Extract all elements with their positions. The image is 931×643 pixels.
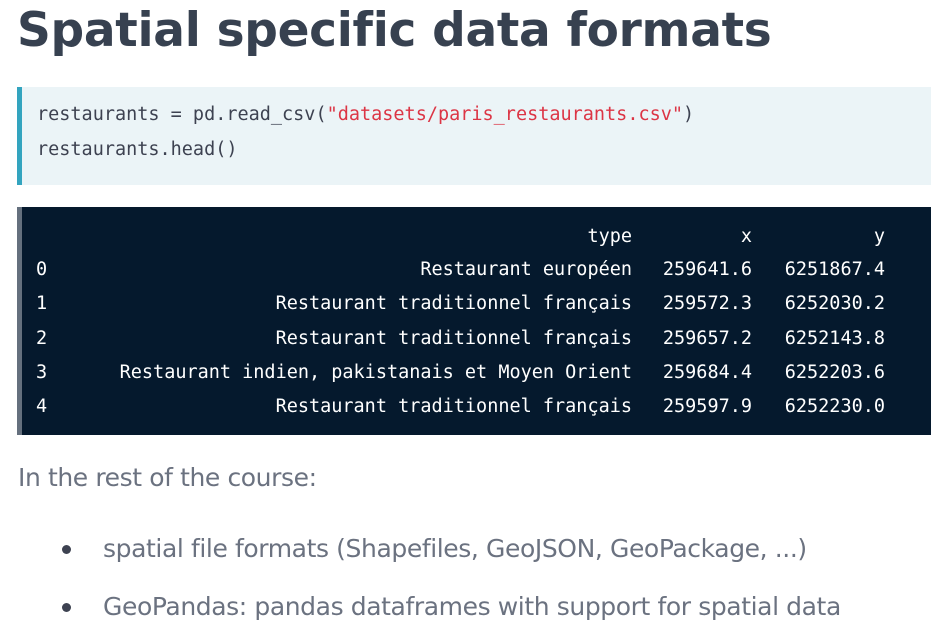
cell-y: 6252143.8 xyxy=(784,328,885,349)
cell-type: Restaurant traditionnel français xyxy=(275,293,632,314)
bullet-dot-icon xyxy=(62,603,71,612)
bullet-text: spatial file formats (Shapefiles, GeoJSO… xyxy=(103,534,807,563)
row-index: 4 xyxy=(36,396,48,417)
dataframe-header-row: type x y xyxy=(22,222,931,252)
cell-x: 259597.9 xyxy=(662,396,752,417)
table-row: 2 Restaurant traditionnel français 25965… xyxy=(22,324,931,354)
cell-x: 259572.3 xyxy=(662,293,752,314)
cell-y: 6252230.0 xyxy=(784,396,885,417)
cell-x: 259657.2 xyxy=(662,328,752,349)
column-header-x: x xyxy=(740,226,752,247)
row-index: 1 xyxy=(36,293,48,314)
cell-type: Restaurant indien, pakistanais et Moyen … xyxy=(119,362,632,383)
dataframe-output-block: type x y 0 Restaurant européen 259641.6 … xyxy=(17,207,931,435)
cell-type: Restaurant européen xyxy=(420,259,632,280)
cell-x: 259641.6 xyxy=(662,259,752,280)
cell-x: 259684.4 xyxy=(662,362,752,383)
row-index: 2 xyxy=(36,328,48,349)
slide-title: Spatial specific data formats xyxy=(17,3,772,58)
bullet-text: GeoPandas: pandas dataframes with suppor… xyxy=(103,592,841,621)
row-index: 0 xyxy=(36,259,48,280)
cell-y: 6252203.6 xyxy=(784,362,885,383)
column-header-type: type xyxy=(587,226,632,247)
table-row: 0 Restaurant européen 259641.6 6251867.4 xyxy=(22,255,931,285)
cell-type: Restaurant traditionnel français xyxy=(275,328,632,349)
code-line-1-suffix: ) xyxy=(683,104,695,125)
cell-y: 6251867.4 xyxy=(784,259,885,280)
code-string-literal: "datasets/paris_restaurants.csv" xyxy=(326,104,684,125)
code-line-1: restaurants = pd.read_csv("datasets/pari… xyxy=(37,101,931,136)
column-header-y: y xyxy=(873,226,885,247)
code-input-block[interactable]: restaurants = pd.read_csv("datasets/pari… xyxy=(17,87,931,185)
table-row: 3 Restaurant indien, pakistanais et Moye… xyxy=(22,358,931,388)
table-row: 4 Restaurant traditionnel français 25959… xyxy=(22,392,931,422)
code-line-2: restaurants.head() xyxy=(37,139,238,160)
code-line-1-prefix: restaurants = pd.read_csv( xyxy=(37,104,327,125)
cell-y: 6252030.2 xyxy=(784,293,885,314)
bullet-dot-icon xyxy=(62,545,71,554)
cell-type: Restaurant traditionnel français xyxy=(275,396,632,417)
row-index: 3 xyxy=(36,362,48,383)
table-row: 1 Restaurant traditionnel français 25957… xyxy=(22,289,931,319)
course-intro-text: In the rest of the course: xyxy=(18,463,317,492)
